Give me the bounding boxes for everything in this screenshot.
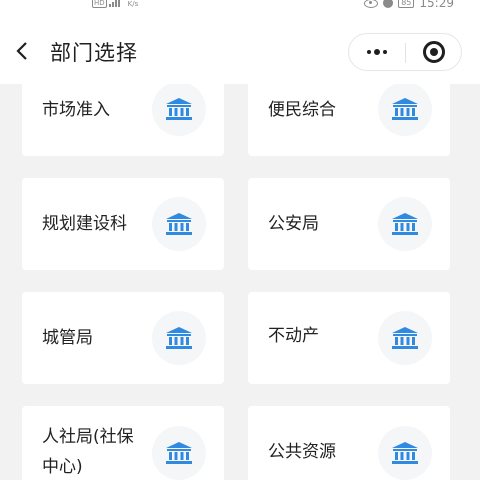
department-label: 公安局 xyxy=(268,214,319,234)
bank-icon xyxy=(152,197,206,251)
department-card-6[interactable]: 不动产 xyxy=(248,292,450,384)
hd-badge: HD xyxy=(92,0,107,8)
department-card-3[interactable]: 规划建设科 xyxy=(22,178,224,270)
department-label: 便民综合 xyxy=(268,100,336,120)
bank-icon xyxy=(378,426,432,480)
department-card-7[interactable]: 人社局(社保 中心) xyxy=(22,406,224,480)
mini-program-capsule xyxy=(348,33,462,71)
bank-icon xyxy=(378,311,432,365)
more-button[interactable] xyxy=(349,34,405,70)
department-card-8[interactable]: 公共资源 xyxy=(248,406,450,480)
department-label: 规划建设科 xyxy=(42,214,127,234)
dot-icon xyxy=(383,50,387,54)
system-status: 85 15:29 xyxy=(364,0,454,10)
bank-icon xyxy=(152,82,206,136)
close-mini-program-button[interactable] xyxy=(406,34,462,70)
battery-indicator: 85 xyxy=(398,0,415,8)
bank-icon xyxy=(152,311,206,365)
page-title: 部门选择 xyxy=(50,41,138,65)
signal-icon xyxy=(108,0,120,7)
department-label: 中心) xyxy=(42,457,83,477)
dot-icon xyxy=(374,49,380,55)
department-label: 市场准入 xyxy=(42,100,110,120)
do-not-disturb-icon xyxy=(383,0,394,8)
screen: 市场准入 便民综合 规划建设科 公安局 城管局 不动产 人社局(社保 中心) 公… xyxy=(0,0,480,480)
department-label: 不动产 xyxy=(268,326,319,346)
eye-icon xyxy=(364,0,379,8)
department-label: 城管局 xyxy=(42,328,93,348)
bank-icon xyxy=(378,197,432,251)
status-bar: HD K/s 85 15:29 xyxy=(0,0,480,14)
department-label: 人社局(社保 xyxy=(42,427,134,447)
back-icon[interactable] xyxy=(12,40,34,62)
department-label: 公共资源 xyxy=(268,442,336,462)
status-time: 15:29 xyxy=(419,0,454,10)
target-icon xyxy=(423,41,445,63)
bank-icon xyxy=(378,82,432,136)
network-speed: K/s xyxy=(127,0,139,8)
bank-icon xyxy=(152,426,206,480)
navigation-bar: 部门选择 xyxy=(0,14,480,84)
dot-icon xyxy=(367,50,371,54)
department-card-5[interactable]: 城管局 xyxy=(22,292,224,384)
department-card-4[interactable]: 公安局 xyxy=(248,178,450,270)
network-status: HD K/s xyxy=(92,0,138,8)
